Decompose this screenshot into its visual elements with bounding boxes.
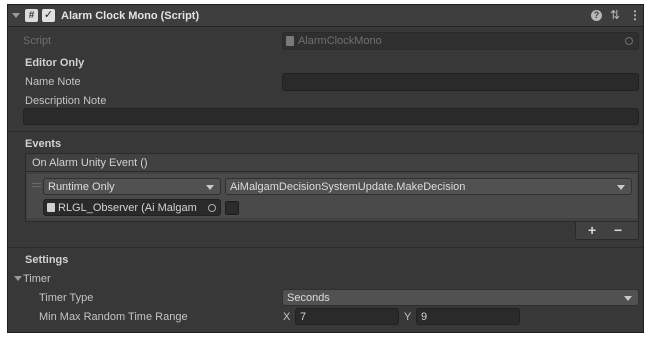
script-value: AlarmClockMono xyxy=(298,35,382,47)
x-value-field[interactable]: 7 xyxy=(295,308,399,325)
name-note-label: Name Note xyxy=(25,76,81,88)
help-icon[interactable]: ? xyxy=(591,10,602,21)
foldout-arrow-icon[interactable] xyxy=(12,13,20,18)
inspector-panel: # ✓ Alarm Clock Mono (Script) ? ⇅ ⋮ Scri… xyxy=(7,4,644,333)
context-menu-icon[interactable]: ⋮ xyxy=(629,8,641,22)
timer-foldout-arrow-icon[interactable] xyxy=(14,276,22,281)
y-value: 9 xyxy=(421,311,428,323)
chevron-down-icon xyxy=(617,185,625,190)
description-note-label: Description Note xyxy=(25,95,107,107)
target-object-value: RLGL_Observer (Ai Malgam xyxy=(58,202,197,214)
name-note-field[interactable] xyxy=(282,73,639,91)
range-label: Min Max Random Time Range xyxy=(39,311,188,323)
timer-type-label: Timer Type xyxy=(39,292,94,304)
add-listener-button[interactable]: + xyxy=(588,223,596,237)
chevron-down-icon xyxy=(206,185,214,190)
section-divider xyxy=(8,131,643,132)
y-value-field[interactable]: 9 xyxy=(416,308,520,325)
timer-type-value: Seconds xyxy=(287,292,330,304)
drag-handle-icon[interactable] xyxy=(32,183,41,184)
target-object-field[interactable]: RLGL_Observer (Ai Malgam xyxy=(43,199,221,216)
add-remove-bar: + − xyxy=(575,222,639,240)
function-dropdown[interactable]: AiMalgamDecisionSystemUpdate.MakeDecisio… xyxy=(225,178,632,195)
x-value: 7 xyxy=(300,311,307,323)
call-state-value: Runtime Only xyxy=(48,181,115,193)
function-value: AiMalgamDecisionSystemUpdate.MakeDecisio… xyxy=(230,181,466,193)
section-divider xyxy=(8,247,643,248)
script-file-icon xyxy=(286,36,294,46)
enabled-checkbox[interactable]: ✓ xyxy=(42,9,55,22)
event-listener-list: Runtime Only AiMalgamDecisionSystemUpdat… xyxy=(25,172,639,222)
object-picker-icon[interactable] xyxy=(208,204,216,212)
timer-foldout-label[interactable]: Timer xyxy=(23,272,51,286)
preset-icon[interactable]: ⇅ xyxy=(610,8,620,22)
editor-only-header: Editor Only xyxy=(25,57,85,69)
script-hash-icon: # xyxy=(25,9,38,22)
game-object-icon xyxy=(47,203,55,212)
settings-header: Settings xyxy=(25,254,69,266)
object-picker-icon xyxy=(625,37,633,45)
component-title: Alarm Clock Mono (Script) xyxy=(61,10,200,22)
listener-row[interactable]: Runtime Only AiMalgamDecisionSystemUpdat… xyxy=(27,174,637,218)
description-note-field[interactable] xyxy=(23,108,639,125)
argument-checkbox[interactable] xyxy=(225,201,239,215)
event-label: On Alarm Unity Event () xyxy=(32,157,148,169)
call-state-dropdown[interactable]: Runtime Only xyxy=(43,178,221,195)
event-header-bar: On Alarm Unity Event () xyxy=(25,153,639,172)
y-label: Y xyxy=(404,311,412,323)
chevron-down-icon xyxy=(624,296,632,301)
events-header: Events xyxy=(25,138,62,150)
component-header[interactable]: # ✓ Alarm Clock Mono (Script) ? ⇅ ⋮ xyxy=(8,5,643,27)
script-label: Script xyxy=(23,35,52,47)
x-label: X xyxy=(283,311,291,323)
timer-type-dropdown[interactable]: Seconds xyxy=(282,289,639,306)
remove-listener-button[interactable]: − xyxy=(614,223,622,237)
script-object-field: AlarmClockMono xyxy=(282,32,639,50)
